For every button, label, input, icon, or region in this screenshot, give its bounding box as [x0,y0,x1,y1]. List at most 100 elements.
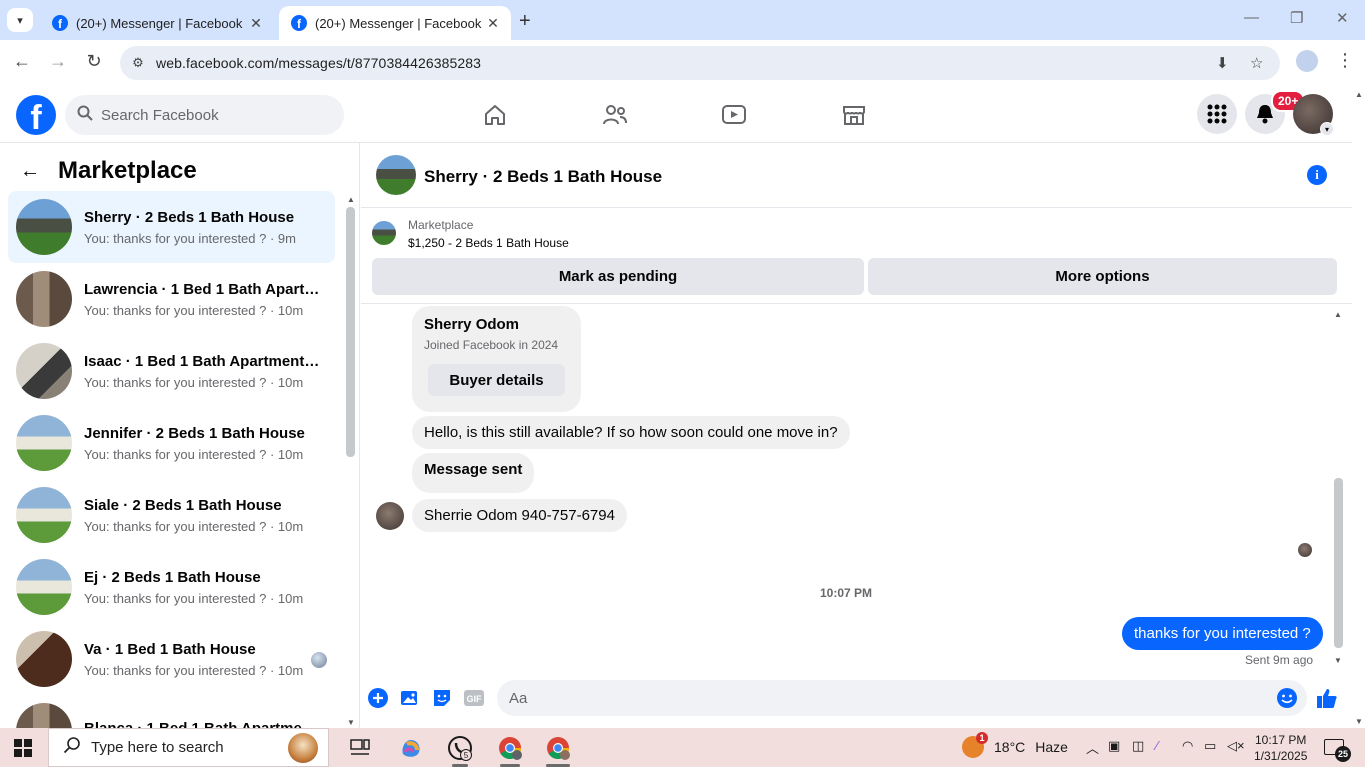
conversation-preview: You: thanks for you interested ? · 10m [84,518,304,534]
tab-close-icon[interactable]: ✕ [248,15,264,32]
bookmark-star-icon[interactable]: ☆ [1250,46,1263,80]
conversation-item[interactable]: Jennifer · 2 Beds 1 Bath House You: than… [8,407,335,479]
listing-thumbnail [16,343,72,399]
search-input[interactable] [101,106,321,124]
wifi-icon[interactable]: ◠ [1182,738,1193,754]
conversation-item[interactable]: Siale · 2 Beds 1 Bath House You: thanks … [8,479,335,551]
url-text[interactable]: web.facebook.com/messages/t/877038442638… [156,55,481,71]
scroll-up-icon[interactable]: ▲ [1355,90,1363,99]
task-view-icon[interactable] [346,734,374,762]
scroll-down-icon[interactable]: ▼ [1355,717,1363,726]
buyer-info-card: Sherry Odom Joined Facebook in 2024 Buye… [412,306,581,412]
whatsapp-icon[interactable]: 5 [446,734,474,762]
site-info-icon[interactable]: ⚙ [120,55,156,71]
scrollbar-thumb[interactable] [1334,478,1343,648]
conversation-item[interactable]: Lawrencia · 1 Bed 1 Bath Apartm... You: … [8,263,335,335]
menu-grid-icon[interactable] [1197,94,1237,134]
gif-icon[interactable]: GIF [463,687,485,709]
sender-avatar[interactable] [376,502,404,530]
back-arrow-icon[interactable]: ← [10,51,34,72]
address-bar[interactable]: ⚙ web.facebook.com/messages/t/8770384426… [120,46,1280,80]
friends-icon[interactable] [600,100,630,130]
install-app-icon[interactable]: ⬇ [1216,46,1229,80]
browser-tab-2-active[interactable]: f (20+) Messenger | Facebook ✕ [279,6,511,40]
video-icon[interactable] [719,100,749,130]
browser-tabstrip: ▾ f (20+) Messenger | Facebook ✕ f (20+)… [0,0,1365,40]
info-icon[interactable]: i [1307,165,1327,185]
chrome-menu-icon[interactable]: ⋮ [1336,50,1354,71]
taskbar-search[interactable]: Type here to search [48,728,329,767]
weather-widget[interactable]: 1 18°C Haze [962,732,1068,758]
message-thread: Sherry Odom Joined Facebook in 2024 Buye… [361,304,1352,672]
battery-icon[interactable]: ▭ [1204,738,1216,754]
more-options-button[interactable]: More options [868,258,1337,295]
chat-scrollbar[interactable]: ▲ ▼ [1332,310,1344,665]
close-window-icon[interactable]: ✕ [1336,9,1349,27]
chrome-profile-2-icon[interactable] [544,734,572,762]
incoming-message: Message sent [412,453,535,493]
scrollbar-thumb[interactable] [346,207,355,457]
conversation-item[interactable]: Sherry · 2 Beds 1 Bath House You: thanks… [8,191,335,263]
chat-avatar[interactable] [376,155,416,195]
add-plus-icon[interactable] [367,687,389,709]
new-tab-plus-icon[interactable]: + [519,10,531,33]
tab-title: (20+) Messenger | Facebook [76,15,243,31]
tab-close-icon[interactable]: ✕ [485,15,501,32]
notification-center-icon[interactable]: 25 [1324,739,1351,762]
conversation-name: Lawrencia · 1 Bed 1 Bath Apartm... [84,280,322,298]
account-chevron-down-icon[interactable]: ▾ [1320,122,1334,136]
forward-arrow-icon[interactable]: → [46,51,70,72]
chrome-profile-icon[interactable] [1296,50,1318,72]
home-icon[interactable] [480,100,510,130]
pen-icon[interactable]: ⁄ [1156,738,1158,753]
taskbar-clock[interactable]: 10:17 PM 1/31/2025 [1254,732,1307,764]
clock-time: 10:17 PM [1255,733,1307,747]
conversation-item[interactable]: Isaac · 1 Bed 1 Bath Apartment/c... You:… [8,335,335,407]
marketplace-conversations-panel: ← Marketplace Sherry · 2 Beds 1 Bath Hou… [0,143,360,728]
clock-date: 1/31/2025 [1254,749,1308,763]
photo-icon[interactable] [399,687,421,709]
tab-search-chevron-icon[interactable]: ▾ [7,8,33,32]
emoji-icon[interactable] [1276,687,1298,709]
listing-source-label: Marketplace [408,218,474,232]
copilot-icon[interactable] [397,734,425,762]
listing-price[interactable]: $1,250 - 2 Beds 1 Bath House [408,236,569,250]
minimize-icon[interactable]: — [1244,9,1259,26]
browser-toolbar: ← → ↻ ⚙ web.facebook.com/messages/t/8770… [0,40,1365,86]
listing-thumbnail[interactable] [372,221,396,245]
seen-avatar-icon [1298,543,1312,557]
sticker-icon[interactable] [431,687,453,709]
marketplace-icon[interactable] [839,100,869,130]
reload-icon[interactable]: ↻ [82,51,106,72]
mark-as-pending-button[interactable]: Mark as pending [372,258,864,295]
browser-tab-1[interactable]: f (20+) Messenger | Facebook ✕ [40,6,274,40]
message-input[interactable] [509,689,1249,707]
windows-start-icon[interactable] [14,739,32,757]
show-hidden-icons-chevron-icon[interactable]: ︿ [1086,738,1099,757]
volume-muted-icon[interactable]: ◁× [1227,738,1245,754]
conversation-preview: You: thanks for you interested ? · 10m [84,590,304,606]
facebook-search[interactable] [65,95,344,135]
scroll-down-icon[interactable]: ▼ [347,718,355,727]
scroll-up-icon[interactable]: ▲ [1334,310,1342,319]
conversation-list-scrollbar[interactable]: ▲ ▼ [344,195,357,727]
page-scrollbar[interactable]: ▲ ▼ [1352,86,1365,728]
listing-thumbnail [16,487,72,543]
message-input-box[interactable] [497,680,1307,716]
like-thumbs-up-icon[interactable] [1316,687,1338,709]
buyer-details-button[interactable]: Buyer details [428,364,565,396]
conversation-item[interactable]: Blanca · 1 Bed 1 Bath Apartment... [8,695,335,728]
scroll-down-icon[interactable]: ▼ [1334,656,1342,665]
chrome-profile-1-icon[interactable] [496,734,524,762]
conversation-item[interactable]: Va · 1 Bed 1 Bath House You: thanks for … [8,623,335,695]
scroll-up-icon[interactable]: ▲ [347,195,355,204]
listing-thumbnail [16,703,72,728]
back-arrow-icon[interactable]: ← [20,160,40,183]
buyer-name: Sherry Odom [424,316,520,333]
conversation-item[interactable]: Ej · 2 Beds 1 Bath House You: thanks for… [8,551,335,623]
restore-icon[interactable]: ❐ [1290,9,1303,27]
meet-now-icon[interactable]: ▣ [1108,738,1120,754]
facebook-logo-icon[interactable]: f [16,95,56,135]
camera-icon[interactable]: ◫ [1132,738,1144,754]
chat-title[interactable]: Sherry · 2 Beds 1 Bath House [424,167,662,187]
